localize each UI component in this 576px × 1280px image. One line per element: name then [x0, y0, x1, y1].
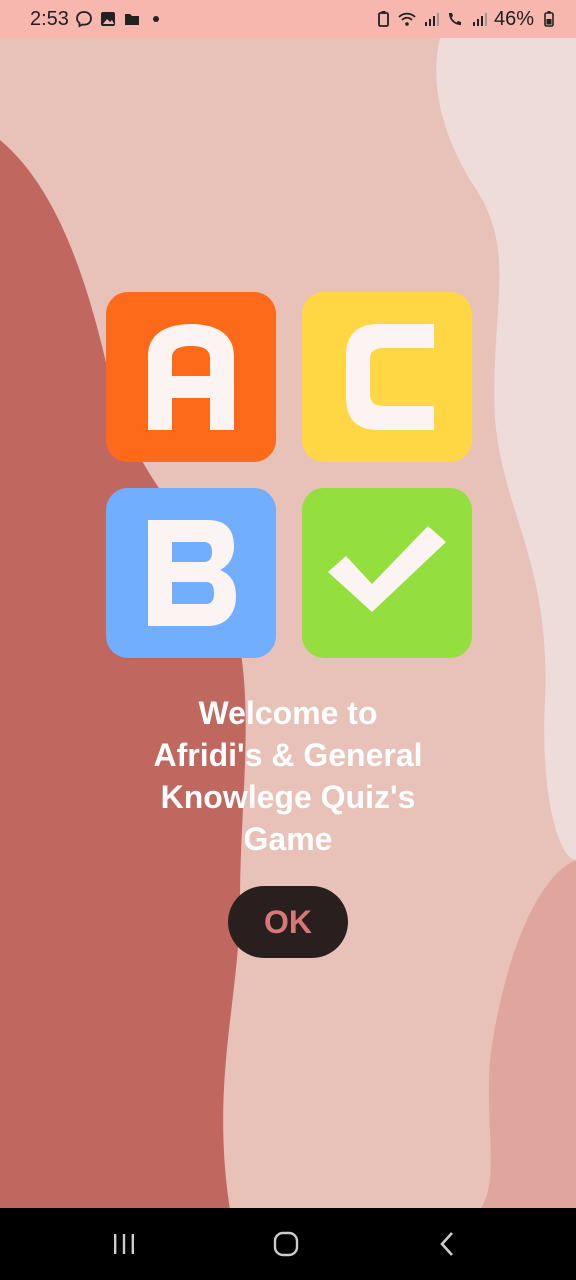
battery-saver-icon: [378, 11, 389, 27]
battery-icon: [544, 11, 554, 27]
navigation-bar: [0, 1208, 576, 1280]
welcome-line-2: Afridi's & General: [153, 737, 423, 773]
tile-check: [302, 488, 472, 658]
signal-icon: [424, 13, 439, 26]
battery-percent: 46%: [493, 7, 534, 30]
messenger-notification-icon: [76, 11, 92, 28]
more-dot-icon: [152, 16, 159, 22]
welcome-line-3: Knowlege Quiz's: [160, 779, 416, 815]
wifi-icon: [398, 12, 416, 26]
ok-button[interactable]: OK: [228, 886, 348, 958]
checkmark-icon: [328, 526, 446, 612]
welcome-line-4: Game: [243, 821, 333, 857]
letter-a-icon: [148, 324, 234, 430]
home-icon[interactable]: [266, 1224, 306, 1264]
gallery-notification-icon: [100, 12, 115, 26]
back-icon[interactable]: [428, 1224, 468, 1264]
wifi-calling-icon: [448, 13, 461, 25]
status-bar: 2:53 46%: [0, 0, 576, 38]
status-time: 2:53: [30, 7, 69, 30]
folder-notification-icon: [124, 14, 139, 25]
tile-b: [106, 488, 276, 658]
quiz-logo: [106, 292, 472, 658]
tile-c: [302, 292, 472, 462]
tile-a: [106, 292, 276, 462]
welcome-message: Welcome to Afridi's & General Knowlege Q…: [0, 692, 576, 860]
welcome-line-1: Welcome to: [198, 695, 378, 731]
letter-c-icon: [346, 324, 434, 430]
recent-apps-icon[interactable]: [104, 1224, 144, 1264]
letter-b-icon: [148, 520, 236, 626]
signal-icon-2: [472, 13, 487, 26]
